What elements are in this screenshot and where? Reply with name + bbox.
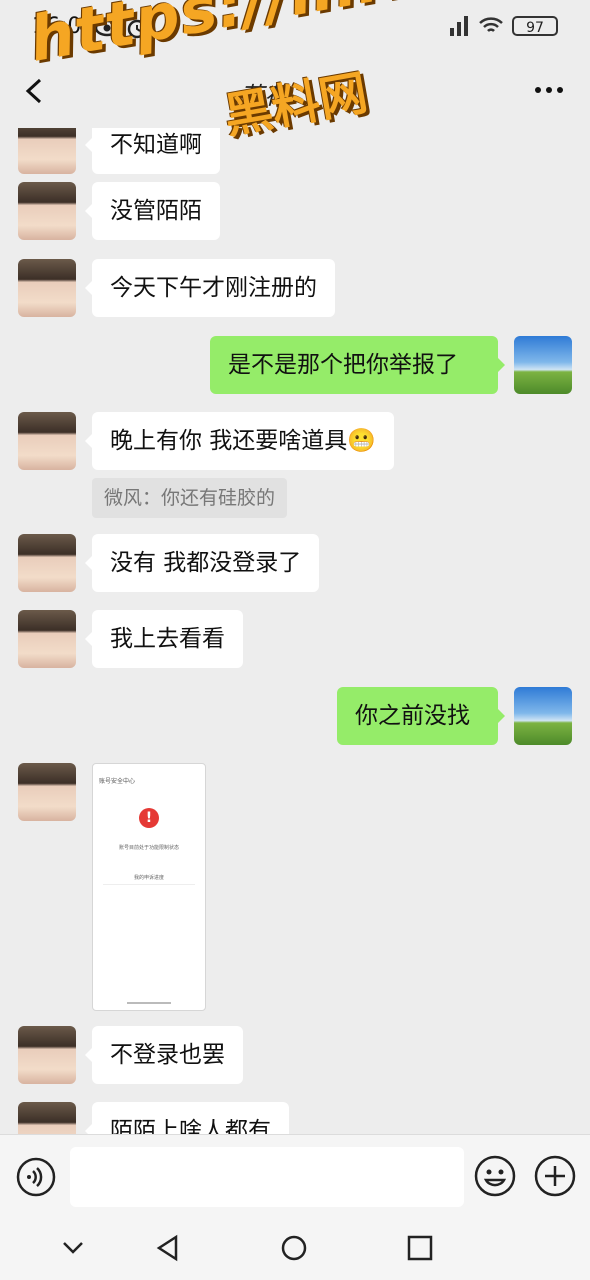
contact-avatar[interactable] xyxy=(18,610,76,668)
message-input[interactable] xyxy=(70,1147,464,1207)
add-attachment-icon[interactable] xyxy=(534,1155,576,1197)
wifi-icon xyxy=(479,17,503,32)
message-bubble[interactable]: 不知道啊 xyxy=(85,128,220,174)
message-bubble[interactable]: 我上去看看 xyxy=(85,610,243,668)
my-avatar[interactable] xyxy=(514,336,572,394)
contact-avatar[interactable] xyxy=(18,412,76,470)
more-options-icon[interactable] xyxy=(534,80,564,100)
system-nav-bar xyxy=(0,1216,590,1280)
alert-icon: ! xyxy=(139,808,159,828)
home-nav-icon[interactable] xyxy=(280,1234,308,1262)
image-line-text: 我的申诉进度 xyxy=(133,875,164,881)
image-header-text: 账号安全中心 xyxy=(99,778,136,785)
back-arrow-icon[interactable] xyxy=(20,76,50,106)
contact-avatar[interactable] xyxy=(18,763,76,821)
contact-avatar[interactable] xyxy=(18,259,76,317)
contact-avatar[interactable] xyxy=(18,534,76,592)
contact-avatar[interactable] xyxy=(18,128,76,174)
back-nav-icon[interactable] xyxy=(154,1234,182,1262)
contact-avatar[interactable] xyxy=(18,1026,76,1084)
message-bubble[interactable]: 你之前没找 xyxy=(337,687,505,745)
recents-nav-icon[interactable] xyxy=(406,1234,434,1262)
message-bubble[interactable]: 不登录也罢 xyxy=(85,1026,243,1084)
battery-indicator: 97 xyxy=(512,16,558,36)
message-bubble[interactable]: 陌陌上啥人都有 xyxy=(85,1102,289,1134)
voice-input-icon[interactable] xyxy=(16,1157,56,1197)
quoted-message[interactable]: 微风：你还有硅胶的 xyxy=(92,478,288,518)
my-avatar[interactable] xyxy=(514,687,572,745)
image-message[interactable]: 账号安全中心 ! 账号目前处于功能限制状态 我的申诉进度 xyxy=(92,763,206,1011)
message-bubble[interactable]: 晚上有你 我还要啥道具😬 xyxy=(85,412,394,470)
contact-avatar[interactable] xyxy=(18,1102,76,1134)
chevron-down-icon[interactable] xyxy=(60,1234,86,1260)
input-bar xyxy=(0,1134,590,1217)
message-bubble[interactable]: 今天下午才刚注册的 xyxy=(85,259,335,317)
contact-avatar[interactable] xyxy=(18,182,76,240)
message-bubble[interactable]: 是不是那个把你举报了 xyxy=(210,336,505,394)
emoji-icon[interactable] xyxy=(474,1155,516,1197)
image-line-text: 账号目前处于功能限制状态 xyxy=(118,845,179,851)
chat-message-list[interactable]: 不知道啊 没管陌陌 今天下午才刚注册的 是不是那个把你举报了 晚上有你 我还要啥… xyxy=(0,128,590,1134)
message-bubble[interactable]: 没有 我都没登录了 xyxy=(84,534,320,592)
signal-icon xyxy=(450,16,468,36)
message-bubble[interactable]: 没管陌陌 xyxy=(85,182,220,240)
